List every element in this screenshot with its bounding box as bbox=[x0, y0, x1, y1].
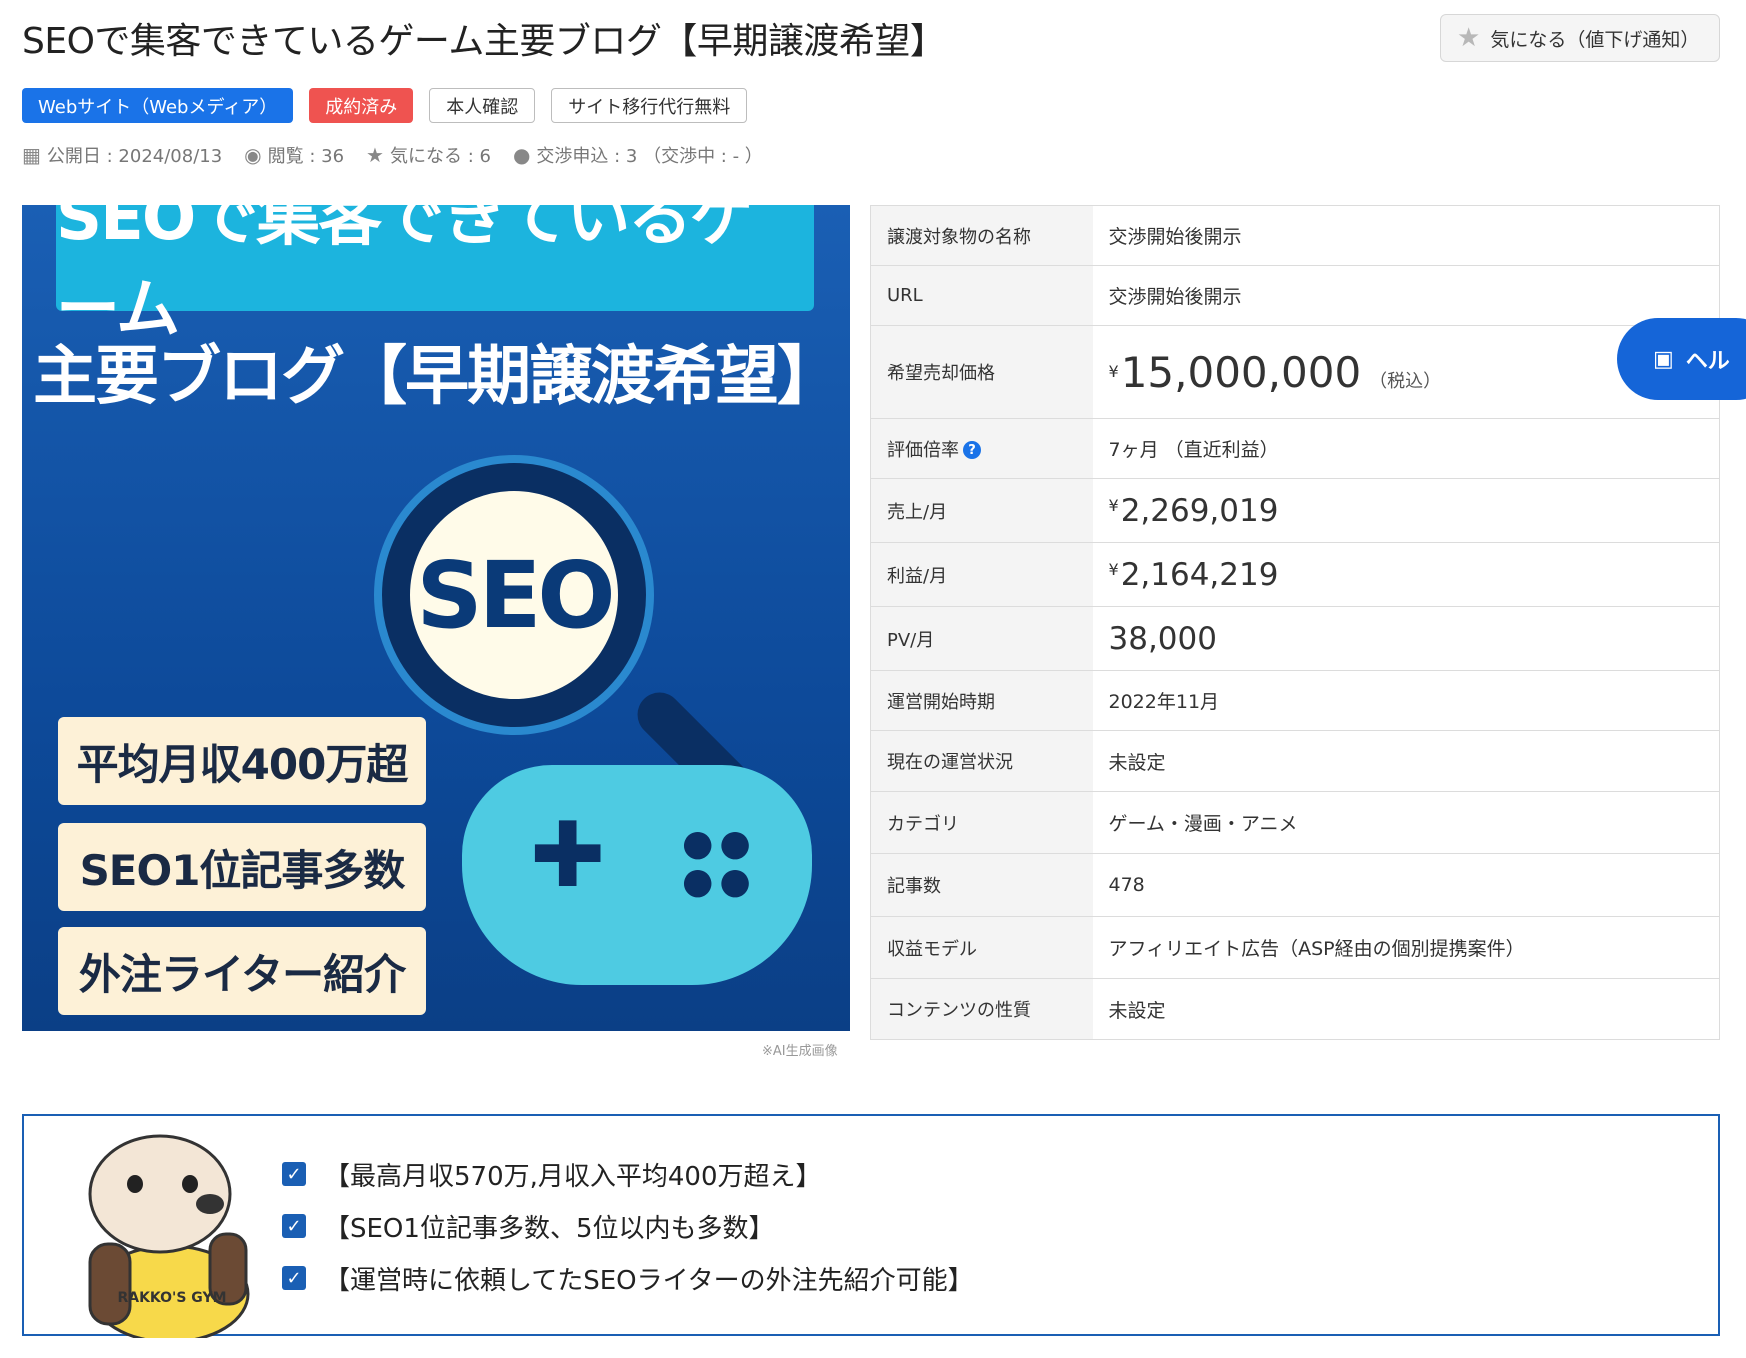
info-row-sales: 売上/月 ¥2,269,019 bbox=[870, 478, 1720, 543]
hero-box-writer: 外注ライター紹介 bbox=[58, 927, 426, 1015]
info-row-start: 運営開始時期 2022年11月 bbox=[870, 670, 1720, 731]
dpad-icon: ✚ bbox=[530, 803, 606, 908]
info-row-url: URL 交渉開始後開示 bbox=[870, 265, 1720, 326]
hero-band-text: SEOで集客できているゲーム bbox=[56, 205, 814, 347]
calendar-icon: ▦ bbox=[22, 143, 41, 167]
magnifier-icon: SEO bbox=[382, 463, 646, 727]
favorite-button-label: 気になる（値下げ通知） bbox=[1490, 28, 1700, 51]
tag-migration: サイト移行代行無料 bbox=[551, 88, 748, 123]
listing-info-table: 譲渡対象物の名称 交渉開始後開示 URL 交渉開始後開示 希望売却価格 ¥15,000… bbox=[870, 205, 1720, 1040]
page-title: SEOで集客できているゲーム主要ブログ【早期譲渡希望】 bbox=[22, 21, 946, 62]
selling-point: ✓ 【SEO1位記事多数、5位以内も多数】 bbox=[282, 1200, 974, 1252]
info-row-price: 希望売却価格 ¥15,000,000 （税込） bbox=[870, 325, 1720, 419]
info-row-pv: PV/月 38,000 bbox=[870, 606, 1720, 671]
meta-favorites: ★ 気になる : 6 bbox=[366, 143, 491, 167]
gamepad-buttons-icon: ●● ●● bbox=[682, 823, 757, 902]
info-row-status: 現在の運営状況 未設定 bbox=[870, 730, 1720, 792]
info-row-multiple: 評価倍率? 7ヶ月 （直近利益） bbox=[870, 418, 1720, 479]
selling-point: ✓ 【運営時に依頼してたSEOライターの外注先紹介可能】 bbox=[282, 1252, 974, 1304]
checkbox-checked-icon: ✓ bbox=[282, 1214, 306, 1238]
tag-status: 成約済み bbox=[309, 88, 414, 123]
chat-icon: ● bbox=[512, 143, 531, 167]
mascot-shirt-text: RAKKO'S GYM bbox=[117, 1290, 226, 1306]
star-icon: ★ bbox=[366, 143, 384, 167]
info-row-revenue-model: 収益モデル アフィリエイト広告（ASP経由の個別提携案件） bbox=[870, 916, 1720, 979]
otter-mascot-icon: RAKKO'S GYM bbox=[88, 1134, 250, 1338]
info-row-category: カテゴリ ゲーム・漫画・アニメ bbox=[870, 791, 1720, 854]
tag-category: Webサイト（Webメディア） bbox=[22, 88, 294, 123]
selling-points-list: ✓ 【最高月収570万,月収入平均400万超え】 ✓ 【SEO1位記事多数、5位以内… bbox=[282, 1148, 974, 1304]
tag-list: Webサイト（Webメディア） 成約済み 本人確認 サイト移行代行無料 bbox=[22, 88, 748, 123]
gamepad-icon: ✚ ●● ●● bbox=[462, 765, 812, 985]
hero-sub-text: 主要ブログ【早期譲渡希望】 bbox=[33, 340, 841, 414]
hero-box-income: 平均月収400万超 bbox=[58, 717, 426, 805]
info-row-content: コンテンツの性質 未設定 bbox=[870, 978, 1720, 1040]
tag-verified: 本人確認 bbox=[429, 88, 536, 123]
meta-views: ◉ 閲覧 : 36 bbox=[244, 143, 345, 167]
checkbox-checked-icon: ✓ bbox=[282, 1266, 306, 1290]
robot-icon: ▣ bbox=[1653, 346, 1674, 372]
selling-points-box: RAKKO'S GYM ✓ 【最高月収570万,月収入平均400万超え】 ✓ 【SE… bbox=[22, 1114, 1720, 1338]
meta-published: ▦ 公開日 : 2024/08/13 bbox=[22, 143, 223, 167]
listing-hero-image: SEOで集客できているゲーム 主要ブログ【早期譲渡希望】 SEO ✚ ●● ●● … bbox=[22, 205, 850, 1031]
price-value: 15,000,000 bbox=[1120, 347, 1362, 397]
hero-box-seo: SEO1位記事多数 bbox=[58, 823, 426, 911]
listing-meta: ▦ 公開日 : 2024/08/13 ◉ 閲覧 : 36 ★ 気になる : 6 ● 交渉… bbox=[22, 142, 763, 168]
info-row-articles: 記事数 478 bbox=[870, 853, 1720, 917]
meta-negotiations: ● 交渉申込 : 3 （交渉中 : - ） bbox=[512, 143, 763, 167]
selling-point: ✓ 【最高月収570万,月収入平均400万超え】 bbox=[282, 1148, 974, 1200]
favorite-button[interactable]: ★ 気になる（値下げ通知） bbox=[1440, 14, 1720, 62]
info-row-name: 譲渡対象物の名称 交渉開始後開示 bbox=[870, 205, 1720, 266]
help-question-icon[interactable]: ? bbox=[963, 441, 981, 459]
info-row-profit: 利益/月 ¥2,164,219 bbox=[870, 542, 1720, 607]
eye-icon: ◉ bbox=[244, 143, 262, 167]
help-chat-button[interactable]: ▣ ヘル bbox=[1617, 318, 1746, 400]
star-icon: ★ bbox=[1457, 23, 1481, 53]
checkbox-checked-icon: ✓ bbox=[282, 1162, 306, 1186]
ai-image-note: ※AI生成画像 bbox=[762, 1044, 838, 1059]
